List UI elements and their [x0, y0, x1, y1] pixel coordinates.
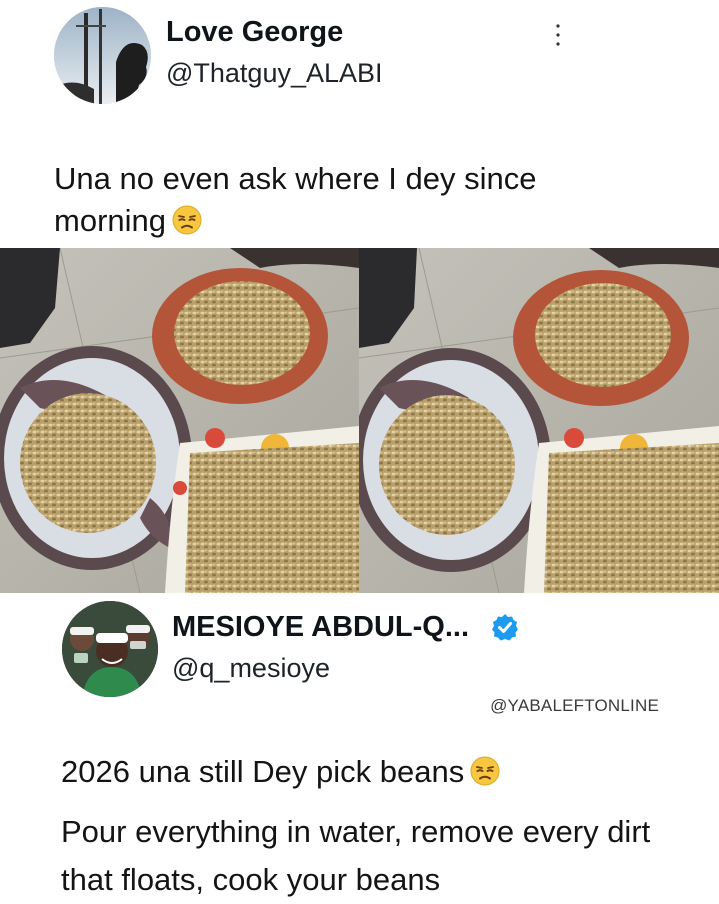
- avatar-photo-icon: [54, 7, 151, 104]
- avatar-photo-icon: [62, 601, 158, 697]
- reply-text-line2: Pour everything in water, remove every d…: [61, 814, 651, 897]
- profile-avatar[interactable]: [54, 7, 151, 104]
- user-handle[interactable]: @Thatguy_ALABI: [166, 58, 383, 89]
- reply-user-handle[interactable]: @q_mesioye: [172, 653, 330, 684]
- tweet-text: Una no even ask where I dey since mornin…: [54, 158, 654, 242]
- verified-badge-icon[interactable]: [491, 613, 519, 641]
- tweet-text-content: Una no even ask where I dey since mornin…: [54, 161, 537, 238]
- watermark: @YABALEFTONLINE: [490, 696, 659, 715]
- unamused-face-emoji: [470, 756, 500, 786]
- beans-photo-left[interactable]: [0, 248, 359, 593]
- reply-text-line1-content: 2026 una still Dey pick beans: [61, 754, 465, 789]
- original-post: Love George @Thatguy_ALABI Una no even a…: [0, 0, 719, 248]
- media-gallery: [0, 248, 719, 593]
- reply-avatar[interactable]: [62, 601, 158, 697]
- display-name[interactable]: Love George: [166, 16, 343, 49]
- reply-display-name[interactable]: MESIOYE ABDUL-Q...: [172, 611, 469, 644]
- unamused-face-emoji: [172, 205, 202, 235]
- more-options-icon[interactable]: [552, 22, 564, 48]
- reply-text-line1: 2026 una still Dey pick beans: [61, 751, 701, 793]
- beans-photo-right[interactable]: [359, 248, 719, 593]
